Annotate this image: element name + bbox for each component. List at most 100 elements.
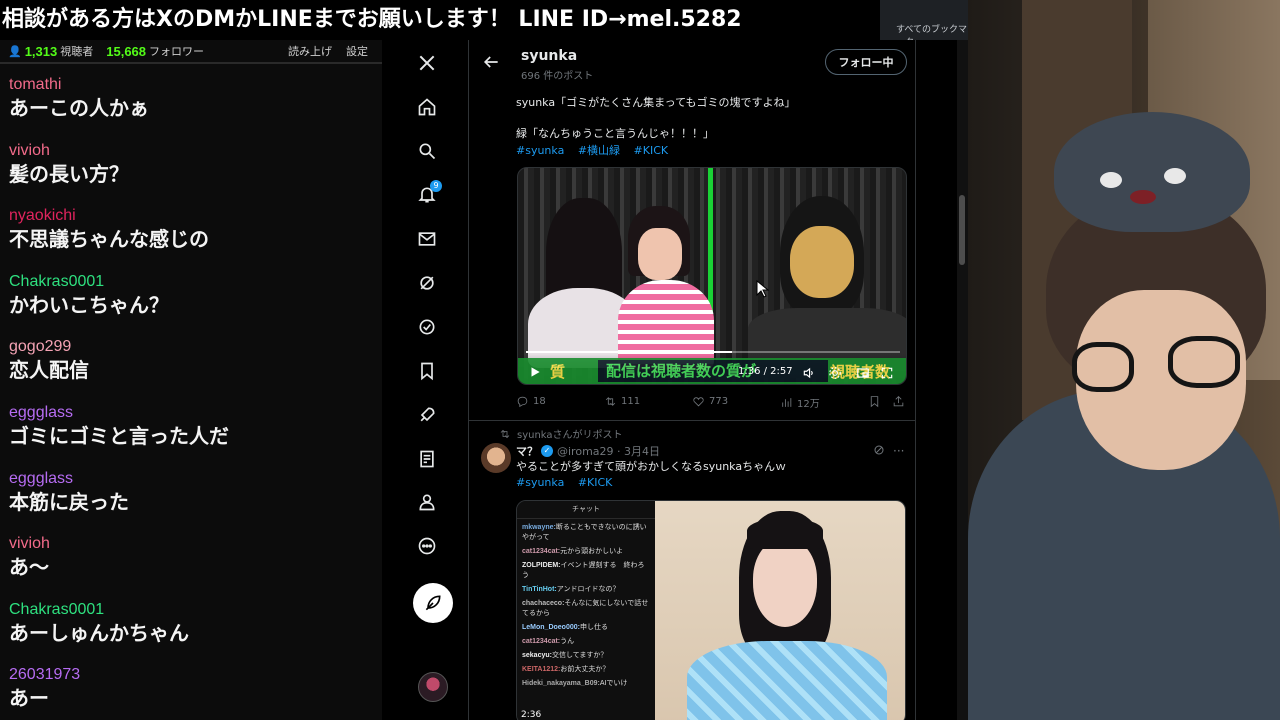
view-count: 12万 xyxy=(797,399,820,410)
tweet-author-line: マ？ ✓ @iroma29 · 3月4日 xyxy=(516,443,660,459)
more-icon[interactable] xyxy=(412,531,442,561)
verified-badge-icon: ✓ xyxy=(541,445,553,457)
compose-post-button[interactable] xyxy=(413,583,453,623)
bookmark-button[interactable] xyxy=(868,395,885,408)
chat-message: eggglass ゴミにゴミと言った人だ xyxy=(0,392,382,458)
embedded-chat-text: AIでいけ xyxy=(599,680,628,687)
reposted-by-text[interactable]: syunkaさんがリポスト xyxy=(517,426,623,441)
grok-icon[interactable] xyxy=(412,268,442,298)
notifications-icon[interactable]: 9 xyxy=(412,180,442,210)
rocket-icon[interactable] xyxy=(412,400,442,430)
heart-icon xyxy=(693,397,704,407)
chat-message-text: 本筋に戻った xyxy=(9,489,129,514)
follower-count: 15,668 xyxy=(106,43,147,59)
tweet-author-handle[interactable]: @iroma29 · 3月4日 xyxy=(557,443,660,459)
stream-banner-text: 相談がある方はXのDMかLINEまでお願いします！ LINE ID→mel.52… xyxy=(2,7,742,32)
like-button[interactable]: 773 xyxy=(692,395,728,408)
hashtag-link[interactable]: #syunka xyxy=(516,476,564,489)
fullscreen-icon[interactable] xyxy=(880,365,894,379)
embedded-chat-line: LeMon_Doeo000:申し仕る xyxy=(517,623,655,633)
pip-icon[interactable] xyxy=(856,365,870,379)
embedded-chat-user: LeMon_Doeo000: xyxy=(522,624,580,631)
share-button[interactable] xyxy=(892,395,909,408)
reply-button[interactable]: 18 xyxy=(516,395,546,408)
embedded-chat-text: 申し仕る xyxy=(579,624,608,631)
settings-gear-icon[interactable] xyxy=(828,365,842,379)
tweet-action-bar: 18 111 773 12万 xyxy=(516,395,906,411)
embedded-chat-user: sekacyu: xyxy=(522,652,552,659)
embedded-chat-line: TinTinHot:アンドロイドなの？ xyxy=(517,585,655,595)
scrollbar-thumb[interactable] xyxy=(959,195,965,265)
chat-username[interactable]: tomathi xyxy=(9,76,382,93)
video-caption-left: 質 xyxy=(550,363,566,381)
settings-button[interactable]: 設定 xyxy=(346,43,368,59)
chat-message-text: 不思議ちゃんな感じの xyxy=(9,227,209,252)
embedded-chat-text: うん xyxy=(560,638,575,645)
account-avatar[interactable] xyxy=(418,672,448,702)
chat-username[interactable]: gogo299 xyxy=(9,338,382,355)
play-icon[interactable] xyxy=(528,365,542,379)
like-count: 773 xyxy=(709,396,729,407)
x-logo-icon[interactable] xyxy=(412,48,442,78)
tweet-hashtags: #syunka #KICK xyxy=(516,476,622,489)
profile-header: syunka 696 件のポスト フォロー中 xyxy=(469,40,915,88)
chat-message: gogo299 恋人配信 xyxy=(0,326,382,392)
readout-button[interactable]: 読み上げ xyxy=(288,43,332,59)
verified-icon[interactable] xyxy=(412,312,442,342)
chat-message-list: tomathi あーこの人かぁ vivioh 髪の長い方？ nyaokichi 不思議ちゃ… xyxy=(0,64,382,720)
grok-icon[interactable] xyxy=(873,444,885,456)
articles-icon[interactable] xyxy=(412,444,442,474)
profile-icon[interactable] xyxy=(412,487,442,517)
back-arrow-icon[interactable] xyxy=(481,52,501,72)
embedded-chat-line: KEITA1212:お前大丈夫か？ xyxy=(517,665,655,675)
embedded-chat-user: Hideki_nakayama_B09: xyxy=(522,680,600,687)
tweet-text-line: やることが多すぎて頭がおかしくなるsyunkaちゃんｗ xyxy=(516,460,787,473)
chat-message-text: あーこの人かぁ xyxy=(9,96,149,120)
embedded-chat-user: cat1234cat: xyxy=(522,638,561,645)
chat-username[interactable]: Chakras0001 xyxy=(9,273,382,290)
search-icon[interactable] xyxy=(412,136,442,166)
tweet-video-player[interactable]: 質 配信は視聴者数の質が 視聴者数 1:36 / 2:57 xyxy=(517,167,907,385)
chat-message: vivioh 髪の長い方？ xyxy=(0,130,382,196)
embedded-chat-user: KEITA1212: xyxy=(522,666,561,673)
more-options-icon[interactable]: ··· xyxy=(893,444,904,458)
repost-count: 111 xyxy=(621,396,641,407)
chat-message: Chakras0001 あーしゅんかちゃん xyxy=(0,589,382,655)
chat-message: tomathi あーこの人かぁ xyxy=(0,64,382,130)
embedded-chat-text: 元から頭おかしいよ xyxy=(560,548,624,555)
viewer-label: 視聴者 xyxy=(60,46,94,58)
chat-username[interactable]: 26031973 xyxy=(9,666,382,683)
video-progress-bar[interactable] xyxy=(526,351,900,353)
repost-button[interactable]: 111 xyxy=(604,395,640,408)
mouse-cursor-icon xyxy=(756,280,770,298)
volume-icon[interactable] xyxy=(802,365,816,379)
chat-username[interactable]: nyaokichi xyxy=(9,207,382,224)
tweet-author-name[interactable]: マ？ xyxy=(516,443,538,459)
chat-username[interactable]: vivioh xyxy=(9,142,382,159)
streamer-webcam xyxy=(968,0,1280,720)
chat-username[interactable]: Chakras0001 xyxy=(9,601,382,618)
reply-count: 18 xyxy=(533,396,546,407)
chat-username[interactable]: vivioh xyxy=(9,535,382,552)
hashtag-link[interactable]: #横山緑 xyxy=(578,144,620,157)
repost-icon xyxy=(605,397,616,406)
chat-username[interactable]: eggglass xyxy=(9,470,382,487)
tweet-video-player-2[interactable]: チャット mkwayne:断ることもできないのに誘いやがって cat1234cat… xyxy=(516,500,906,720)
bookmarks-icon[interactable] xyxy=(412,356,442,386)
tweet-author-avatar[interactable] xyxy=(481,443,511,473)
feather-icon xyxy=(425,595,441,611)
hashtag-link[interactable]: #syunka xyxy=(516,144,564,157)
embedded-chat-line: ZOLPIDEM:イベント遅刻する 終わろう xyxy=(517,561,655,581)
chat-message-text: あーしゅんかちゃん xyxy=(9,620,189,645)
views-button[interactable]: 12万 xyxy=(780,395,820,410)
chat-username[interactable]: eggglass xyxy=(9,404,382,421)
hashtag-link[interactable]: #KICK xyxy=(578,476,613,489)
viewer-count: 1,313 xyxy=(24,43,58,59)
page-scrollbar[interactable] xyxy=(957,40,968,720)
chat-header: 👤 1,313 視聴者 15,668 フォロワー 読み上げ 設定 xyxy=(0,40,382,64)
live-chat-panel: 👤 1,313 視聴者 15,668 フォロワー 読み上げ 設定 tomathi… xyxy=(0,40,382,720)
following-button[interactable]: フォロー中 xyxy=(825,49,907,75)
hashtag-link[interactable]: #KICK xyxy=(634,144,669,157)
messages-icon[interactable] xyxy=(412,224,442,254)
home-icon[interactable] xyxy=(412,92,442,122)
